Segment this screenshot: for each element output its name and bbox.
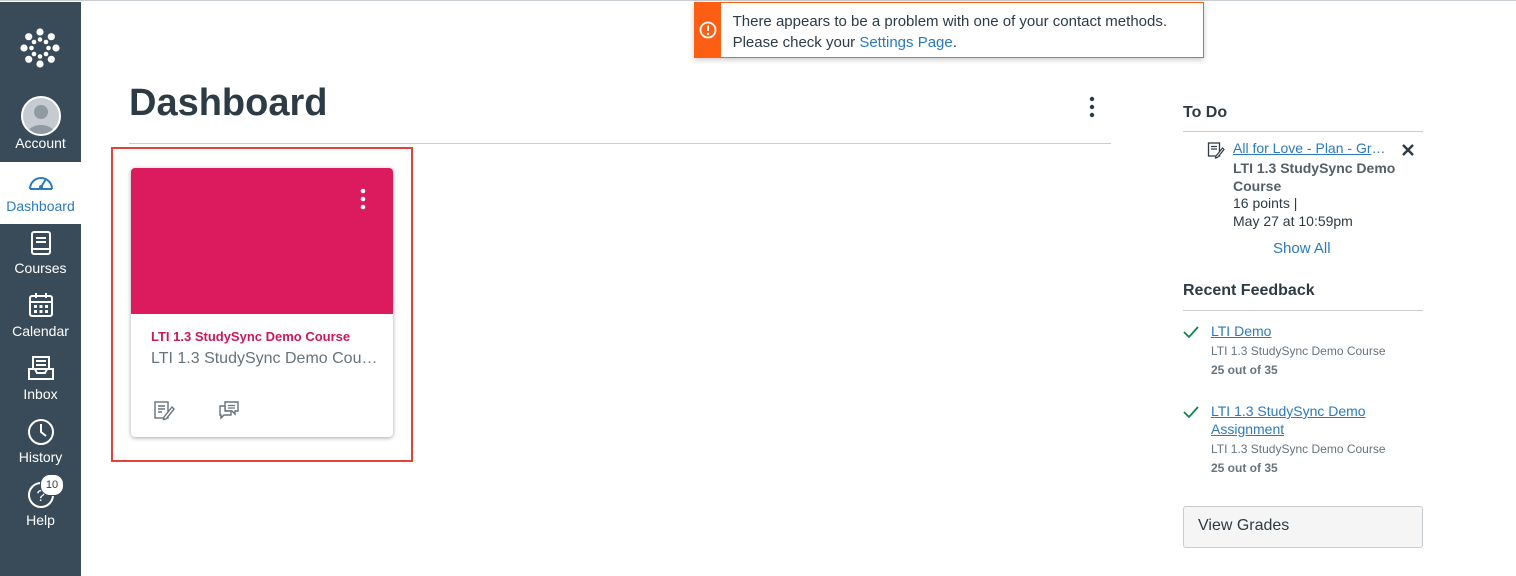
nav-courses-label: Courses [14,260,67,276]
course-card-subtitle: LTI 1.3 StudySync Demo Course [151,350,379,367]
course-card[interactable]: LTI 1.3 StudySync Demo Course LTI 1.3 St… [131,168,393,437]
nav-help[interactable]: ? 10 Help [0,474,81,537]
title-divider [129,143,1111,144]
nav-account-label: Account [15,135,66,151]
nav-dashboard[interactable]: Dashboard [0,162,81,224]
canvas-logo-icon[interactable] [16,24,64,72]
todo-item-points: 16 points | [1233,195,1298,211]
close-icon[interactable] [1401,142,1417,160]
alert-suffix: . [952,34,957,51]
dashboard-icon [0,170,81,192]
history-clock-icon [0,418,81,446]
help-badge: 10 [40,474,64,496]
dashboard-options-menu-icon[interactable] [1080,95,1104,121]
nav-calendar[interactable]: Calendar [0,287,81,349]
nav-calendar-label: Calendar [12,323,69,339]
nav-history[interactable]: History [0,412,81,474]
todo-heading: To Do [1183,104,1228,121]
todo-item-course: LTI 1.3 StudySync Demo Course [1233,160,1396,194]
view-grades-button[interactable]: View Grades [1183,506,1423,548]
show-all-link[interactable]: Show All [1273,240,1331,257]
global-nav: Account Dashboard Courses Calendar Inbox… [0,2,81,576]
feedback-item-title[interactable]: LTI 1.3 StudySync Demo Assignment [1211,402,1391,438]
nav-account[interactable]: Account [0,92,81,154]
feedback-item-score: 25 out of 35 [1211,363,1278,377]
feedback-item-title[interactable]: LTI Demo [1211,322,1391,340]
courses-icon [0,230,81,256]
course-card-title[interactable]: LTI 1.3 StudySync Demo Course [151,329,350,344]
contact-method-alert: There appears to be a problem with one o… [694,2,1204,58]
discussions-icon[interactable] [218,399,240,421]
nav-dashboard-label: Dashboard [6,198,75,214]
settings-page-link[interactable]: Settings Page [859,34,952,51]
feedback-item-course: LTI 1.3 StudySync Demo Course [1211,344,1386,358]
nav-inbox[interactable]: Inbox [0,350,81,412]
nav-inbox-label: Inbox [23,386,58,402]
warning-icon [695,3,721,57]
course-card-menu-icon[interactable] [355,186,371,214]
todo-divider [1183,131,1423,132]
inbox-icon [0,355,81,381]
check-icon [1183,325,1199,339]
feedback-divider [1183,310,1423,311]
recent-feedback-heading: Recent Feedback [1183,282,1315,299]
page-title: Dashboard [129,82,328,124]
todo-item-due: May 27 at 10:59pm [1233,213,1353,229]
top-border [0,0,1516,1]
calendar-icon [0,292,81,318]
assignment-icon [1207,141,1225,159]
check-icon [1183,405,1199,419]
nav-help-label: Help [26,512,55,528]
todo-item-link[interactable]: All for Love - Plan - Grade 12 [1233,140,1389,156]
nav-history-label: History [18,449,63,465]
avatar [20,96,61,136]
nav-courses[interactable]: Courses [0,224,81,286]
feedback-item-score: 25 out of 35 [1211,461,1278,475]
alert-message: There appears to be a problem with one o… [721,3,1203,57]
course-card-header[interactable] [131,168,393,314]
feedback-item-course: LTI 1.3 StudySync Demo Course [1211,442,1386,456]
assignments-icon[interactable] [153,399,175,421]
